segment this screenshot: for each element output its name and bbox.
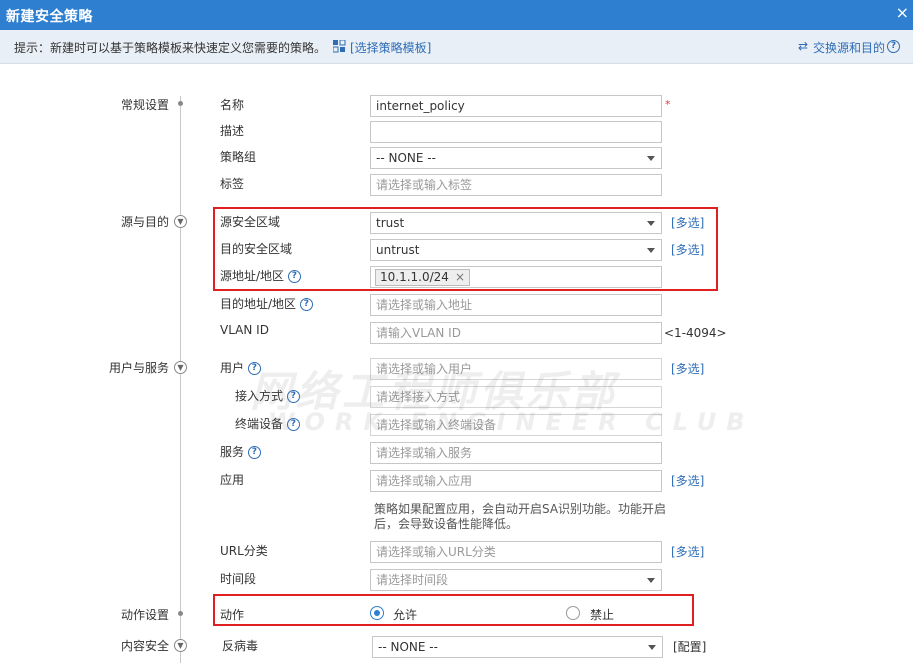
policy-group-label: 策略组 xyxy=(220,150,257,164)
access-method-label-text: 接入方式 xyxy=(235,389,284,403)
template-icon[interactable] xyxy=(333,40,346,53)
help-icon[interactable]: ? xyxy=(247,446,261,459)
application-note: 策略如果配置应用，会自动开启SA识别功能。功能开启后，会导致设备性能降低。 xyxy=(374,502,667,531)
collapse-src-dst-icon[interactable]: ▼ xyxy=(174,215,187,228)
vlan-range: <1-4094> xyxy=(664,326,727,340)
swap-icon[interactable]: ⇄ xyxy=(798,39,808,53)
help-icon[interactable]: ? xyxy=(286,418,300,431)
section-content: 内容安全 xyxy=(121,639,170,653)
section-general-dot xyxy=(178,101,183,106)
terminal-device-input[interactable]: 请选择或输入终端设备 xyxy=(370,414,662,436)
tip-text: 提示：新建时可以基于策略模板来快速定义您需要的策略。 xyxy=(14,41,327,55)
section-guide-line xyxy=(180,96,181,663)
time-range-placeholder: 请选择时间段 xyxy=(376,573,449,587)
url-category-input[interactable]: 请选择或输入URL分类 xyxy=(370,541,662,563)
highlight-box-src-dst xyxy=(213,207,718,291)
required-mark: * xyxy=(665,98,671,111)
user-label-text: 用户 xyxy=(220,361,245,375)
service-input[interactable]: 请选择或输入服务 xyxy=(370,442,662,464)
antivirus-select[interactable]: -- NONE -- xyxy=(372,636,663,658)
select-template-link[interactable]: [选择策略模板] xyxy=(350,39,431,56)
url-multi-select-link[interactable]: [多选] xyxy=(671,543,704,560)
application-input[interactable]: 请选择或输入应用 xyxy=(370,470,662,492)
close-icon[interactable]: × xyxy=(896,3,909,22)
dialog-title: 新建安全策略 xyxy=(6,9,93,25)
access-method-input[interactable]: 请选择接入方式 xyxy=(370,386,662,408)
service-label-text: 服务 xyxy=(220,445,245,459)
dst-addr-label: 目的地址/地区 ? xyxy=(220,295,313,312)
tip-bar: 提示：新建时可以基于策略模板来快速定义您需要的策略。 [选择策略模板] ⇄ 交换… xyxy=(0,30,913,64)
section-user-service: 用户与服务 xyxy=(109,361,170,375)
antivirus-label: 反病毒 xyxy=(222,639,259,653)
service-label: 服务 ? xyxy=(220,443,261,460)
access-method-label: 接入方式 ? xyxy=(235,387,300,404)
application-multi-select-link[interactable]: [多选] xyxy=(671,472,704,489)
user-label: 用户 ? xyxy=(220,359,261,376)
section-src-dst: 源与目的 xyxy=(121,215,170,229)
time-range-select[interactable]: 请选择时间段 xyxy=(370,569,662,591)
url-category-label: URL分类 xyxy=(220,544,268,558)
antivirus-config-link[interactable]: [配置] xyxy=(673,638,706,655)
chevron-down-icon xyxy=(648,645,656,650)
swap-src-dst-link[interactable]: 交换源和目的 xyxy=(813,39,885,56)
help-icon[interactable]: ? xyxy=(247,362,261,375)
chevron-down-icon xyxy=(647,156,655,161)
terminal-device-label: 终端设备 ? xyxy=(235,415,300,432)
tag-input[interactable]: 请选择或输入标签 xyxy=(370,174,662,196)
vlan-input[interactable]: 请输入VLAN ID xyxy=(370,322,662,344)
policy-group-value: -- NONE -- xyxy=(376,151,436,165)
vlan-label: VLAN ID xyxy=(220,323,269,337)
dialog-titlebar: 新建安全策略 × xyxy=(0,0,913,30)
help-icon[interactable]: ? xyxy=(286,390,300,403)
dst-addr-input[interactable]: 请选择或输入地址 xyxy=(370,294,662,316)
chevron-down-icon xyxy=(647,578,655,583)
description-input[interactable] xyxy=(370,121,662,143)
section-general: 常规设置 xyxy=(121,98,170,112)
user-input[interactable]: 请选择或输入用户 xyxy=(370,358,662,380)
dst-addr-label-text: 目的地址/地区 xyxy=(220,297,297,311)
description-label: 描述 xyxy=(220,124,245,138)
section-action: 动作设置 xyxy=(121,608,170,622)
help-icon[interactable]: ? xyxy=(299,298,313,311)
application-label: 应用 xyxy=(220,473,245,487)
antivirus-value: -- NONE -- xyxy=(378,640,438,654)
name-label: 名称 xyxy=(220,98,245,112)
collapse-user-service-icon[interactable]: ▼ xyxy=(174,361,187,374)
help-icon[interactable]: ? xyxy=(887,40,900,53)
policy-group-select[interactable]: -- NONE -- xyxy=(370,147,662,169)
tag-label: 标签 xyxy=(220,177,245,191)
collapse-content-icon[interactable]: ▼ xyxy=(174,639,187,652)
name-input[interactable]: internet_policy xyxy=(370,95,662,117)
user-multi-select-link[interactable]: [多选] xyxy=(671,360,704,377)
section-action-dot xyxy=(178,611,183,616)
time-range-label: 时间段 xyxy=(220,572,257,586)
highlight-box-action xyxy=(213,594,694,626)
terminal-device-label-text: 终端设备 xyxy=(235,417,284,431)
